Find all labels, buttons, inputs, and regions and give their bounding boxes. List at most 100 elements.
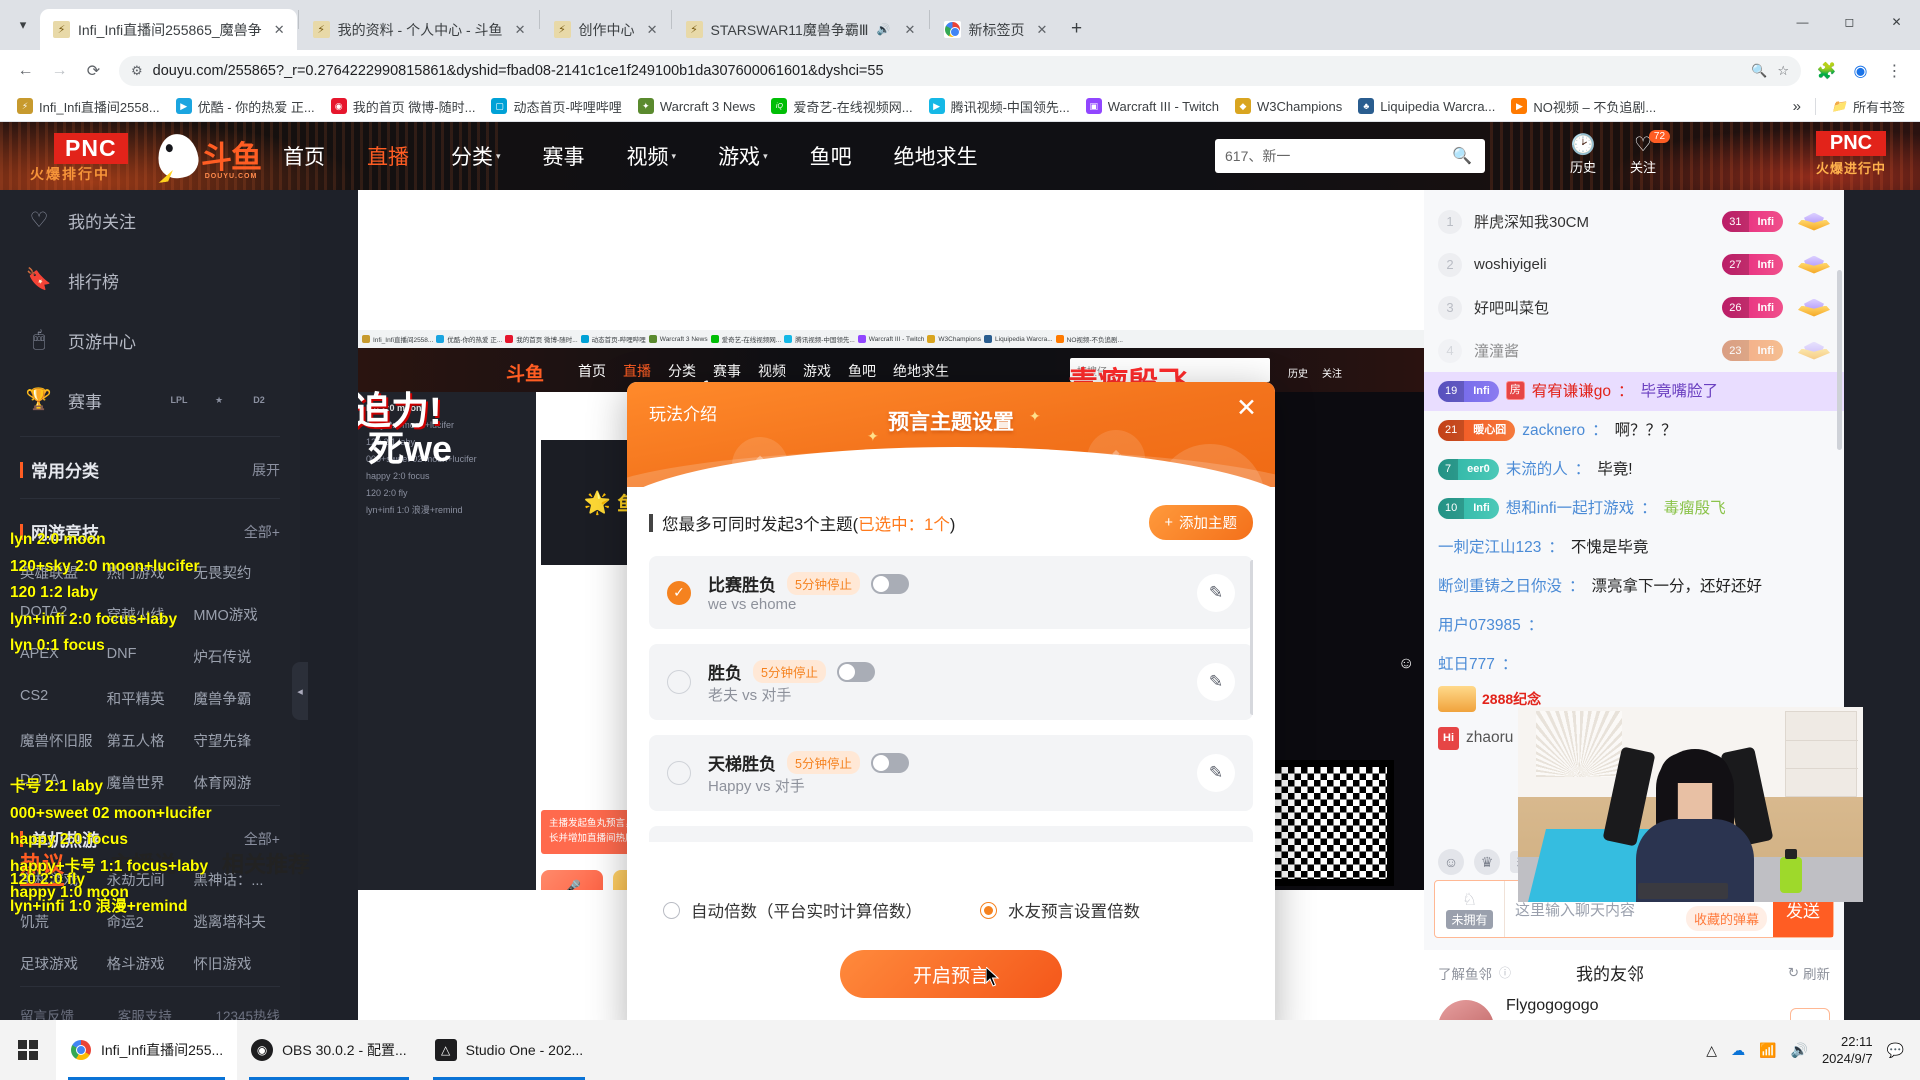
- extension-puzzle-icon[interactable]: 🧩: [1811, 55, 1842, 86]
- chat-username[interactable]: 用户073985: [1438, 615, 1521, 636]
- category-item[interactable]: APEX: [20, 646, 107, 667]
- tab-close-icon[interactable]: ✕: [901, 20, 920, 39]
- nav-item-events[interactable]: 赛事: [522, 141, 606, 171]
- topic-row[interactable]: ✓ 比赛胜负 5分钟停止 we vs ehome ✎: [649, 556, 1253, 629]
- category-item[interactable]: 无畏契约: [193, 562, 280, 583]
- radio-icon[interactable]: [663, 901, 680, 919]
- start-prophecy-button[interactable]: 开启预言: [840, 950, 1062, 998]
- follow-button[interactable]: ♡ 关注 72: [1630, 130, 1671, 176]
- category-item[interactable]: 和平精英: [107, 688, 194, 709]
- chat-username[interactable]: zacknero: [1522, 420, 1585, 441]
- tab-search-chevron-icon[interactable]: ▾: [6, 0, 40, 50]
- bookmark-item[interactable]: ▶ NO视频 – 不负追剧...: [1504, 94, 1663, 119]
- bookmark-item[interactable]: ♣ Liquipedia Warcra...: [1351, 95, 1502, 117]
- topic-radio[interactable]: [667, 761, 691, 785]
- bookmark-item[interactable]: ▢ 动态首页-哔哩哔哩: [484, 94, 628, 119]
- sidebar-collapse-handle[interactable]: ◂: [292, 662, 308, 720]
- bookmarks-overflow-icon[interactable]: »: [1787, 98, 1807, 115]
- close-icon[interactable]: ✕: [1236, 396, 1257, 421]
- dota2-logo-icon[interactable]: D2: [244, 387, 274, 413]
- bookmark-item[interactable]: ▣ Warcraft III - Twitch: [1079, 95, 1226, 117]
- rank-row[interactable]: 2 woshiyigeli 27 Infi: [1424, 243, 1844, 286]
- noble-crown-icon[interactable]: ♛: [1474, 849, 1500, 875]
- category-item[interactable]: 英雄联盟: [20, 562, 107, 583]
- nav-item-home[interactable]: 首页: [262, 141, 346, 171]
- nav-item-live[interactable]: 直播: [346, 141, 430, 171]
- radio-icon-selected[interactable]: [980, 901, 997, 919]
- footer-link-support[interactable]: 客服支持: [118, 1005, 172, 1020]
- bookmark-star-icon[interactable]: ☆: [1777, 63, 1789, 79]
- topic-toggle-switch[interactable]: [870, 573, 909, 594]
- tab-close-icon[interactable]: ✕: [511, 20, 530, 39]
- bookmark-item[interactable]: iQ 爱奇艺-在线视频网...: [764, 94, 919, 119]
- section-all-link[interactable]: 全部+: [244, 522, 280, 542]
- browser-tab[interactable]: ⚡ Infi_Infi直播间255865_魔兽争 ✕: [40, 9, 297, 50]
- category-item[interactable]: 格斗游戏: [107, 953, 194, 974]
- category-item[interactable]: 守望先锋: [193, 730, 280, 751]
- topic-list-scrollbar[interactable]: [1250, 560, 1253, 715]
- category-item[interactable]: 魔兽争霸: [193, 688, 280, 709]
- volume-icon[interactable]: 🔊: [1791, 1042, 1808, 1059]
- bookmark-item[interactable]: ✦ Warcraft 3 News: [631, 95, 763, 117]
- category-item[interactable]: 怀旧游戏: [193, 953, 280, 974]
- browser-tab[interactable]: ⚡ 创作中心 ✕: [541, 9, 670, 50]
- add-friend-icon[interactable]: ➜: [1790, 1007, 1830, 1020]
- noble-seat-slot[interactable]: ♘ 未拥有: [1435, 881, 1505, 937]
- nav-item-pubg[interactable]: 绝地求生: [873, 141, 999, 171]
- chat-username[interactable]: 想和infi一起打游戏: [1506, 498, 1634, 519]
- hidden-icons-chevron-icon[interactable]: △: [1706, 1042, 1717, 1059]
- category-item[interactable]: 热门游戏: [107, 562, 194, 583]
- nav-item-forum[interactable]: 鱼吧: [789, 141, 873, 171]
- add-topic-button[interactable]: + 添加主题: [1148, 505, 1253, 540]
- category-item[interactable]: 穿越火线: [107, 604, 194, 625]
- kpl-logo-icon[interactable]: ★: [204, 387, 234, 413]
- zoom-icon[interactable]: 🔍: [1751, 63, 1767, 79]
- douyu-logo[interactable]: 斗鱼 DOUYU.COM: [155, 131, 262, 181]
- neighbor-card[interactable]: Flygogogogo SW球队赛9.7earn1点开始直播 🔥 71.4万 互…: [1424, 995, 1844, 1020]
- taskbar-app-obs[interactable]: ◉ OBS 30.0.2 - 配置...: [237, 1020, 421, 1080]
- tab-audio-icon[interactable]: 🔊: [877, 23, 893, 36]
- bookmark-item[interactable]: ⚡ Infi_Infi直播间2558...: [10, 94, 167, 119]
- chat-username[interactable]: 末流的人: [1506, 459, 1568, 480]
- chat-username[interactable]: 宥宥谦谦go: [1532, 381, 1611, 402]
- new-tab-button[interactable]: +: [1060, 12, 1094, 46]
- category-item[interactable]: CS2: [20, 688, 107, 709]
- history-button[interactable]: 🕑 历史: [1570, 134, 1596, 176]
- nav-item-games[interactable]: 游戏 ▾: [697, 141, 789, 171]
- tab-close-icon[interactable]: ✕: [643, 20, 662, 39]
- footer-link-hotline[interactable]: 12345热线: [215, 1005, 280, 1020]
- minimize-button[interactable]: —: [1779, 0, 1826, 44]
- all-bookmarks-button[interactable]: 📁 所有书签: [1824, 94, 1912, 119]
- category-item[interactable]: 炉石传说: [193, 646, 280, 667]
- tab-close-icon[interactable]: ✕: [1033, 20, 1052, 39]
- neighbors-refresh-button[interactable]: ↻ 刷新: [1788, 963, 1830, 983]
- topic-row[interactable]: 胜负 5分钟停止 老夫 vs 对手 ✎: [649, 644, 1253, 720]
- nav-item-video[interactable]: 视频 ▾: [606, 141, 698, 171]
- profile-avatar-icon[interactable]: ◉: [1845, 55, 1876, 86]
- edit-pencil-icon[interactable]: ✎: [1197, 754, 1235, 792]
- category-item[interactable]: DNF: [107, 646, 194, 667]
- nav-item-category[interactable]: 分类 ▾: [430, 141, 522, 171]
- lpl-logo-icon[interactable]: LPL: [164, 387, 194, 413]
- topic-row[interactable]: 天梯胜负 5分钟停止 Happy vs 对手 ✎: [649, 735, 1253, 811]
- favorite-danmaku-button[interactable]: 收藏的弹幕: [1685, 906, 1767, 931]
- bookmark-item[interactable]: ◉ 我的首页 微博-随时...: [324, 94, 483, 119]
- rank-row[interactable]: 3 好吧叫菜包 26 Infi: [1424, 286, 1844, 329]
- sidebar-item-events[interactable]: 🏆 赛事 LPL ★ D2: [0, 370, 300, 430]
- chat-username[interactable]: zhaoru: [1466, 727, 1513, 748]
- maximize-button[interactable]: ◻: [1826, 0, 1873, 44]
- category-item[interactable]: 第五人格: [107, 730, 194, 751]
- edit-pencil-icon[interactable]: ✎: [1197, 663, 1235, 701]
- bookmark-item[interactable]: ▶ 腾讯视频-中国领先...: [922, 94, 1077, 119]
- bookmark-item[interactable]: ◆ W3Champions: [1228, 95, 1349, 117]
- close-window-button[interactable]: ✕: [1873, 0, 1920, 44]
- category-item[interactable]: 足球游戏: [20, 953, 107, 974]
- topic-toggle-switch[interactable]: [870, 752, 909, 773]
- question-icon[interactable]: ⓘ: [1499, 964, 1511, 981]
- rank-row[interactable]: 4 潼潼酱 23 Infi: [1424, 329, 1844, 372]
- topic-radio[interactable]: [667, 670, 691, 694]
- section-expand-link[interactable]: 展开: [252, 460, 280, 480]
- onedrive-icon[interactable]: ☁: [1731, 1042, 1745, 1059]
- bookmark-item[interactable]: ▶ 优酷 - 你的热爱 正...: [169, 94, 322, 119]
- topic-row-partial[interactable]: [649, 826, 1253, 842]
